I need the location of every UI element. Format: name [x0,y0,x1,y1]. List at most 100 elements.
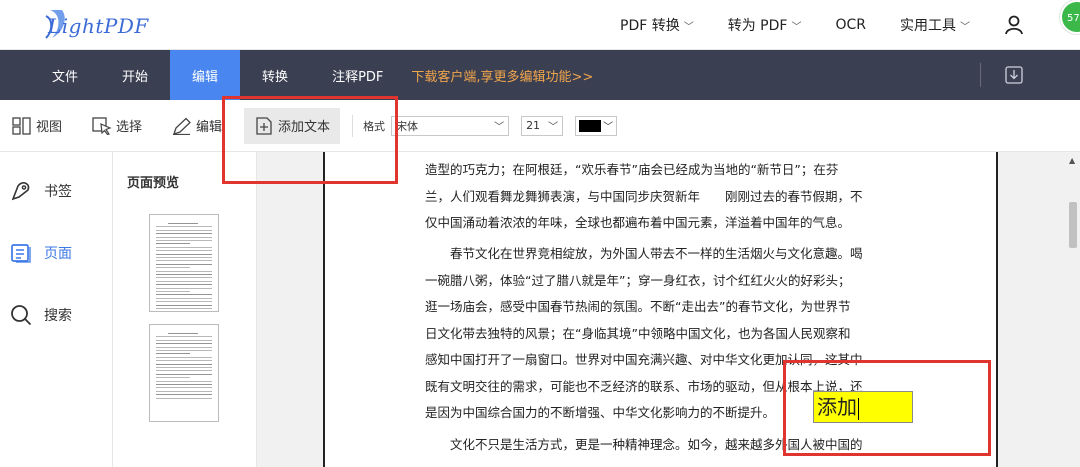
thumbnail-text-line [156,253,212,255]
add-text-button[interactable]: 添加文本 [244,107,341,144]
view-icon [12,116,31,135]
nav-ocr[interactable]: OCR [835,17,866,33]
page-thumbnail-1[interactable] [149,214,219,312]
thumbnail-text-line [156,350,212,351]
inserted-text: 添加 [817,395,857,419]
top-header: LightPDF PDF 转换 ﹀ 转为 PDF ﹀ OCR 实用工具 ﹀ 57 [0,0,1080,50]
thumbnail-text-line [156,397,212,399]
select-button[interactable]: 选择 [84,108,150,144]
nav-to-pdf[interactable]: 转为 PDF ﹀ [728,15,802,35]
thumbnail-text-line [156,373,212,375]
sidebar-item-search[interactable]: 搜索 [10,304,72,326]
menu-bar: 文件 开始 编辑 转换 注释PDF 下载客户端,享更多编辑功能>> [0,50,1080,100]
thumbnail-text-line [156,346,212,348]
thumbnail-text-line [156,297,212,299]
toolbar-divider [352,114,354,137]
menu-convert[interactable]: 转换 [240,50,310,100]
menu-start[interactable]: 开始 [100,50,170,100]
text-line: 春节文化在世界竞相绽放，为外国人带去不一样的生活烟火与文化意趣。喝 [425,246,863,261]
thumbnail-text-line [156,387,212,389]
page-thumbnail-2[interactable] [149,324,219,422]
top-nav: PDF 转换 ﹀ 转为 PDF ﹀ OCR 实用工具 ﹀ [620,0,1080,50]
sidebar-item-label: 页面 [44,246,72,262]
chevron-down-icon: ﹀ [494,122,505,133]
select-label: 选择 [116,120,143,135]
nav-tools[interactable]: 实用工具 ﹀ [900,15,970,35]
chevron-down-icon: ﹀ [548,122,559,133]
thumbnail-text-line [156,370,212,372]
download-icon[interactable] [1004,65,1024,85]
thumbnail-text-line [168,223,198,224]
left-sidebar: 书签 页面 搜索 [0,152,113,467]
thumbnail-text-line [156,280,212,282]
scroll-thumb[interactable] [1069,202,1077,248]
thumbnail-text-line [156,339,212,341]
text-line: 日文化带去独特的风景；在“身临其境”中领略中国文化，也为各国人民观察和 [425,325,851,341]
vertical-scrollbar[interactable]: ▲ [1066,152,1080,467]
search-icon [11,305,32,326]
thumbnail-text-line [156,260,212,262]
thumbnail-text-line [156,343,212,345]
add-text-label: 添加文本 [278,120,331,135]
edit-label: 编辑 [196,120,223,135]
nav-label: 转为 PDF [727,18,788,34]
text-line: 文化不只是生活方式，更是一种精神理念。如今，越来越多外国人被中国的 [425,437,863,452]
thumbnail-text-line [156,294,212,296]
view-label: 视图 [36,120,63,135]
thumbnail-text-line [156,274,212,275]
sidebar-item-label: 搜索 [44,308,72,324]
thumbnail-text-line [156,353,190,355]
nav-label: OCR [835,17,866,33]
menu-file[interactable]: 文件 [0,50,100,100]
sidebar-item-label: 书签 [44,184,72,200]
nav-label: PDF 转换 [620,18,680,34]
logo-text: LightPDF [48,14,149,38]
edit-toolbar: 视图 选择 编辑 添加文本 格式 宋体 ﹀ 21 ﹀ ﹀ [0,100,1080,152]
format-label: 格式 [363,119,386,133]
menu-edit[interactable]: 编辑 [170,50,241,100]
edit-button[interactable]: 编辑 [164,108,230,144]
chevron-down-icon: ﹀ [960,21,970,33]
font-size-select[interactable]: 21 ﹀ [521,115,564,136]
nav-label: 实用工具 [900,18,956,34]
text-color-picker[interactable]: ﹀ [575,115,618,136]
menubar-divider [980,63,981,87]
text-caret [858,397,859,420]
nav-pdf-convert[interactable]: PDF 转换 ﹀ [620,15,694,35]
font-select[interactable]: 宋体 ﹀ [391,115,510,136]
thumbnail-text-line [168,333,198,334]
document-viewer[interactable]: 造型的巧克力；在阿根廷，“欢乐春节”庙会已经成为当地的“新节日”；在芬 兰，人们… [257,152,1080,467]
download-client-link[interactable]: 下载客户端,享更多编辑功能>> [411,66,593,85]
preview-title: 页面预览 [127,176,180,191]
thumbnail-text-line [156,236,212,238]
sidebar-item-pages[interactable]: 页面 [10,242,72,264]
font-size-value: 21 [526,119,541,132]
scroll-up-arrow-icon[interactable]: ▲ [1069,156,1075,165]
text-line: 仅中国涌动着浓浓的年味，全球也都遍布着中国元素，洋溢着中国年的气息。 [425,215,851,230]
chevron-down-icon: ﹀ [683,21,694,33]
thumbnail-text-line [156,308,212,309]
chevron-down-icon: ﹀ [791,21,802,33]
text-line: 一碗腊八粥，体验“过了腊八就是年”；穿一身红衣，讨个红红火火的好彩头； [425,272,851,288]
thumbnail-text-line [156,384,212,385]
font-value: 宋体 [396,119,419,133]
thumbnail-text-line [156,233,212,235]
view-button[interactable]: 视图 [4,108,70,144]
thumbnail-text-line [156,363,212,365]
sidebar-item-bookmarks[interactable]: 书签 [10,180,72,202]
thumbnail-text-line [156,246,212,248]
text-line: 兰，人们观看舞龙舞狮表演，与中国同步庆贺新年 刚刚过去的春节假期，不 [425,188,863,204]
thumbnail-text-line [156,360,212,362]
thumbnail-text-line [156,267,190,269]
paragraph-1: 造型的巧克力；在阿根廷，“欢乐春节”庙会已经成为当地的“新节日”；在芬 兰，人们… [425,157,903,237]
thumbnail-text-line [156,226,212,228]
thumbnail-text-line [156,356,212,358]
menu-annotate[interactable]: 注释PDF [310,50,405,100]
thumbnail-text-line [156,336,212,338]
thumbnail-text-line [156,394,212,396]
user-icon[interactable] [1004,15,1024,35]
paragraph-3: 文化不只是生活方式，更是一种精神理念。如今，越来越多外国人被中国的 [425,432,903,459]
pen-icon [173,117,191,135]
inserted-text-box[interactable]: 添加 [813,391,913,423]
thumbnail-text-line [156,270,212,272]
